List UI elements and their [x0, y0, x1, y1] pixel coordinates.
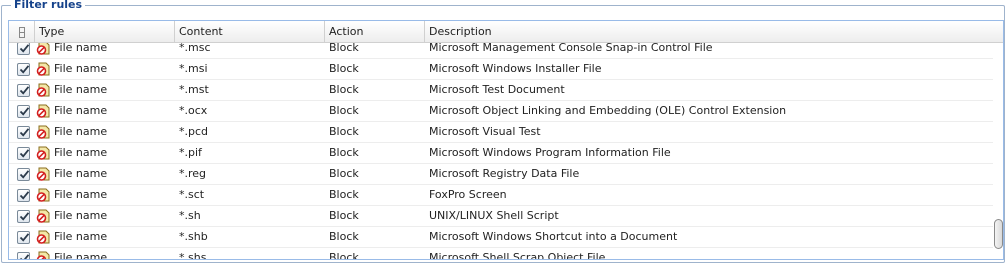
- select-all-checkbox-icon: [18, 26, 25, 38]
- cell-content: *.shb: [179, 230, 208, 243]
- cell-action: Block: [329, 167, 359, 180]
- cell-content: *.reg: [179, 167, 207, 180]
- column-header-description[interactable]: Description: [425, 21, 1003, 43]
- cell-type: File name: [54, 83, 108, 96]
- cell-type: File name: [54, 146, 108, 159]
- cell-description: Microsoft Test Document: [429, 83, 565, 96]
- cell-content: *.msc: [179, 43, 211, 54]
- cell-content: *.sct: [179, 188, 205, 201]
- table-row[interactable]: File name *.pif Block Microsoft Windows Pro…: [9, 143, 993, 164]
- cell-action: Block: [329, 83, 359, 96]
- cell-content: *.mst: [179, 83, 209, 96]
- cell-type: File name: [54, 62, 108, 75]
- row-checkbox[interactable]: [17, 63, 30, 76]
- scrollbar-thumb[interactable]: [994, 219, 1003, 249]
- grid-header: Type Content Action Description: [9, 21, 1003, 43]
- cell-type: File name: [54, 167, 108, 180]
- cell-description: Microsoft Registry Data File: [429, 167, 580, 180]
- cell-action: Block: [329, 230, 359, 243]
- cell-content: *.msi: [179, 62, 208, 75]
- column-header-type[interactable]: Type: [35, 21, 175, 43]
- cell-action: Block: [329, 251, 359, 259]
- table-row[interactable]: File name *.shs Block Microsoft Shell Scrap…: [9, 248, 993, 259]
- cell-description: Microsoft Visual Test: [429, 125, 541, 138]
- table-row[interactable]: File name *.pcd Block Microsoft Visual Test: [9, 122, 993, 143]
- table-row[interactable]: File name *.mst Block Microsoft Test Docume…: [9, 80, 993, 101]
- cell-action: Block: [329, 125, 359, 138]
- cell-content: *.shs: [179, 251, 207, 259]
- cell-content: *.sh: [179, 209, 201, 222]
- cell-action: Block: [329, 209, 359, 222]
- row-checkbox[interactable]: [17, 210, 30, 223]
- cell-action: Block: [329, 43, 359, 54]
- cell-type: File name: [54, 43, 108, 54]
- cell-action: Block: [329, 104, 359, 117]
- table-row[interactable]: File name *.msi Block Microsoft Windows Ins…: [9, 59, 993, 80]
- row-checkbox[interactable]: [17, 84, 30, 97]
- row-checkbox[interactable]: [17, 252, 30, 259]
- column-header-action[interactable]: Action: [325, 21, 425, 43]
- row-checkbox[interactable]: [17, 189, 30, 202]
- cell-type: File name: [54, 230, 108, 243]
- table-row[interactable]: File name *.ocx Block Microsoft Object Link…: [9, 101, 993, 122]
- cell-action: Block: [329, 188, 359, 201]
- grid-rows: File name *.msc Block Microsoft Management …: [9, 43, 993, 259]
- table-row[interactable]: File name *.msc Block Microsoft Management …: [9, 43, 993, 59]
- cell-description: Microsoft Management Console Snap-in Con…: [429, 43, 713, 54]
- panel-legend: Filter rules: [11, 0, 86, 11]
- cell-action: Block: [329, 146, 359, 159]
- row-checkbox[interactable]: [17, 105, 30, 118]
- table-row[interactable]: File name *.sh Block UNIX/LINUX Shell Scrip…: [9, 206, 993, 227]
- row-checkbox[interactable]: [17, 126, 30, 139]
- cell-content: *.ocx: [179, 104, 208, 117]
- select-all-checkbox[interactable]: [9, 21, 35, 43]
- cell-type: File name: [54, 125, 108, 138]
- table-row[interactable]: File name *.reg Block Microsoft Registry Da…: [9, 164, 993, 185]
- cell-description: Microsoft Windows Shortcut into a Docume…: [429, 230, 678, 243]
- filter-rules-grid: Type Content Action Description File nam…: [8, 20, 1004, 260]
- cell-description: Microsoft Windows Program Information Fi…: [429, 146, 671, 159]
- cell-description: UNIX/LINUX Shell Script: [429, 209, 559, 222]
- cell-description: FoxPro Screen: [429, 188, 507, 201]
- vertical-scrollbar[interactable]: [993, 43, 1003, 259]
- row-checkbox[interactable]: [17, 168, 30, 181]
- table-row[interactable]: File name *.sct Block FoxPro Screen: [9, 185, 993, 206]
- cell-description: Microsoft Windows Installer File: [429, 62, 602, 75]
- cell-type: File name: [54, 104, 108, 117]
- cell-description: Microsoft Object Linking and Embedding (…: [429, 104, 787, 117]
- cell-action: Block: [329, 62, 359, 75]
- cell-type: File name: [54, 188, 108, 201]
- cell-content: *.pcd: [179, 125, 209, 138]
- row-checkbox[interactable]: [17, 43, 30, 55]
- column-header-content[interactable]: Content: [175, 21, 325, 43]
- cell-type: File name: [54, 209, 108, 222]
- grid-body: File name *.msc Block Microsoft Management …: [9, 43, 993, 259]
- table-row[interactable]: File name *.shb Block Microsoft Windows Sho…: [9, 227, 993, 248]
- cell-content: *.pif: [179, 146, 202, 159]
- row-checkbox[interactable]: [17, 147, 30, 160]
- cell-type: File name: [54, 251, 108, 259]
- row-checkbox[interactable]: [17, 231, 30, 244]
- cell-description: Microsoft Shell Scrap Object File: [429, 251, 606, 259]
